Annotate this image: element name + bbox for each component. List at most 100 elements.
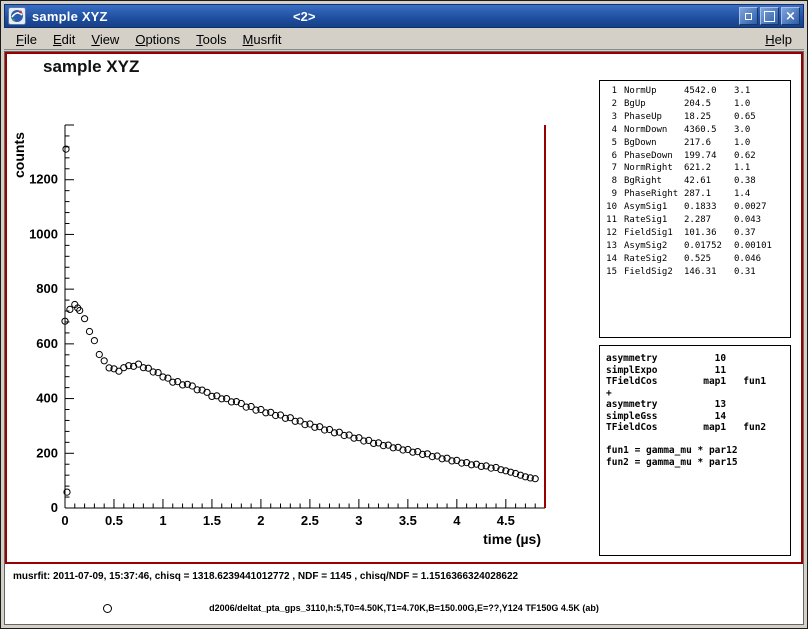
parameter-cell: 0.31	[734, 266, 790, 279]
menu-edit[interactable]: Edit	[45, 30, 83, 49]
titlebar[interactable]: sample XYZ <2> ×	[4, 4, 804, 28]
parameter-cell: 3	[605, 111, 617, 124]
svg-text:1: 1	[159, 513, 166, 528]
parameter-cell: RateSig2	[624, 253, 684, 266]
parameter-cell: 0.38	[734, 175, 790, 188]
parameter-cell: 146.31	[684, 266, 734, 279]
app-window: sample XYZ <2> × File Edit View Options …	[0, 0, 808, 629]
parameter-cell: 1.0	[734, 98, 790, 111]
menu-file[interactable]: File	[8, 30, 45, 49]
app-icon	[8, 7, 26, 25]
parameter-cell: 18.25	[684, 111, 734, 124]
menubar: File Edit View Options Tools Musrfit Hel…	[4, 29, 804, 50]
svg-text:1000: 1000	[29, 226, 58, 241]
parameter-cell: 1.4	[734, 188, 790, 201]
parameter-cell: 6	[605, 150, 617, 163]
theory-box[interactable]: asymmetry 10simplExpo 11TFieldCos map1 f…	[599, 345, 791, 556]
parameter-cell: RateSig1	[624, 214, 684, 227]
parameter-row: 11 RateSig12.2870.043	[605, 214, 790, 227]
parameter-cell: 10	[605, 201, 617, 214]
parameter-row: 9 PhaseRight287.11.4	[605, 188, 790, 201]
parameter-cell: PhaseRight	[624, 188, 684, 201]
svg-text:800: 800	[36, 281, 58, 296]
parameter-row: 2BgUp204.51.0	[605, 98, 790, 111]
parameter-row: 4NormDown4360.53.0	[605, 124, 790, 137]
parameter-cell: 8	[605, 175, 617, 188]
fit-status-text: musrfit: 2011-07-09, 15:37:46, chisq = 1…	[13, 571, 799, 582]
parameter-cell: 7	[605, 162, 617, 175]
parameter-cell: 2.287	[684, 214, 734, 227]
maximize-button[interactable]	[760, 7, 779, 25]
parameter-rows: 1NormUp4542.03.12BgUp204.51.03 PhaseUp18.…	[605, 85, 790, 279]
theory-line: simplExpo 11	[606, 365, 790, 377]
canvas-area: sample XYZ 00.511.522.533.544.5020040060…	[4, 51, 804, 625]
menu-options[interactable]: Options	[127, 30, 188, 49]
parameter-cell: 4	[605, 124, 617, 137]
root-canvas[interactable]: sample XYZ 00.511.522.533.544.5020040060…	[5, 52, 803, 564]
parameter-cell: 101.36	[684, 227, 734, 240]
theory-line: TFieldCos map1 fun1	[606, 376, 790, 388]
parameter-cell: 3.1	[734, 85, 790, 98]
parameter-cell: 42.61	[684, 175, 734, 188]
parameter-cell: BgDown	[624, 137, 684, 150]
parameter-cell: 9	[605, 188, 617, 201]
theory-lines: asymmetry 10simplExpo 11TFieldCos map1 f…	[606, 353, 790, 468]
menu-musrfit[interactable]: Musrfit	[235, 30, 290, 49]
parameter-cell: NormDown	[624, 124, 684, 137]
close-icon: ×	[785, 10, 796, 23]
parameter-cell: 1	[605, 85, 617, 98]
parameter-cell: 0.043	[734, 214, 790, 227]
svg-text:0: 0	[61, 513, 68, 528]
maximize-icon	[764, 11, 775, 22]
parameter-cell: 5	[605, 137, 617, 150]
parameter-row: 1NormUp4542.03.1	[605, 85, 790, 98]
parameter-cell: BgRight	[624, 175, 684, 188]
minimize-button[interactable]	[739, 7, 758, 25]
svg-text:2.5: 2.5	[301, 513, 319, 528]
legend-text: d2006/deltat_pta_gps_3110,h:5,T0=4.50K,T…	[5, 603, 803, 613]
parameter-cell: AsymSig1	[624, 201, 684, 214]
parameter-cell: 1.1	[734, 162, 790, 175]
parameter-cell: 11	[605, 214, 617, 227]
menu-help[interactable]: Help	[753, 30, 804, 49]
parameter-row: 10AsymSig10.18330.0027	[605, 201, 790, 214]
parameter-cell: 14	[605, 253, 617, 266]
parameter-cell: 15	[605, 266, 617, 279]
svg-text:200: 200	[36, 445, 58, 460]
svg-text:0.5: 0.5	[105, 513, 123, 528]
theory-line: fun2 = gamma_mu * par15	[606, 457, 790, 469]
theory-line: asymmetry 10	[606, 353, 790, 365]
plot-svg[interactable]: 00.511.522.533.544.502004006008001000120…	[7, 70, 597, 556]
menu-view[interactable]: View	[83, 30, 127, 49]
parameter-cell: PhaseUp	[624, 111, 684, 124]
minimize-icon	[745, 13, 752, 20]
svg-text:600: 600	[36, 336, 58, 351]
parameter-cell: 0.37	[734, 227, 790, 240]
parameter-cell: 287.1	[684, 188, 734, 201]
theory-line: simpleGss 14	[606, 411, 790, 423]
parameter-cell: FieldSig2	[624, 266, 684, 279]
parameter-row: 7NormRight621.21.1	[605, 162, 790, 175]
parameter-cell: 199.74	[684, 150, 734, 163]
parameter-box[interactable]: 1NormUp4542.03.12BgUp204.51.03 PhaseUp18.…	[599, 80, 791, 338]
parameter-cell: 0.01752	[684, 240, 734, 253]
parameter-cell: 0.0027	[734, 201, 790, 214]
parameter-cell: 0.00101	[734, 240, 790, 253]
menu-tools[interactable]: Tools	[188, 30, 234, 49]
parameter-cell: 0.525	[684, 253, 734, 266]
theory-line: TFieldCos map1 fun2	[606, 422, 790, 434]
svg-text:3.5: 3.5	[399, 513, 417, 528]
theory-line: fun1 = gamma_mu * par12	[606, 445, 790, 457]
window-controls: ×	[739, 7, 800, 25]
theory-line: +	[606, 388, 790, 400]
theory-line: asymmetry 13	[606, 399, 790, 411]
parameter-row: 12FieldSig1101.360.37	[605, 227, 790, 240]
parameter-row: 6PhaseDown199.740.62	[605, 150, 790, 163]
parameter-row: 8 BgRight42.610.38	[605, 175, 790, 188]
svg-text:0: 0	[51, 500, 58, 515]
close-button[interactable]: ×	[781, 7, 800, 25]
svg-text:3: 3	[355, 513, 362, 528]
parameter-cell: 0.65	[734, 111, 790, 124]
parameter-cell: 0.046	[734, 253, 790, 266]
parameter-cell: 204.5	[684, 98, 734, 111]
